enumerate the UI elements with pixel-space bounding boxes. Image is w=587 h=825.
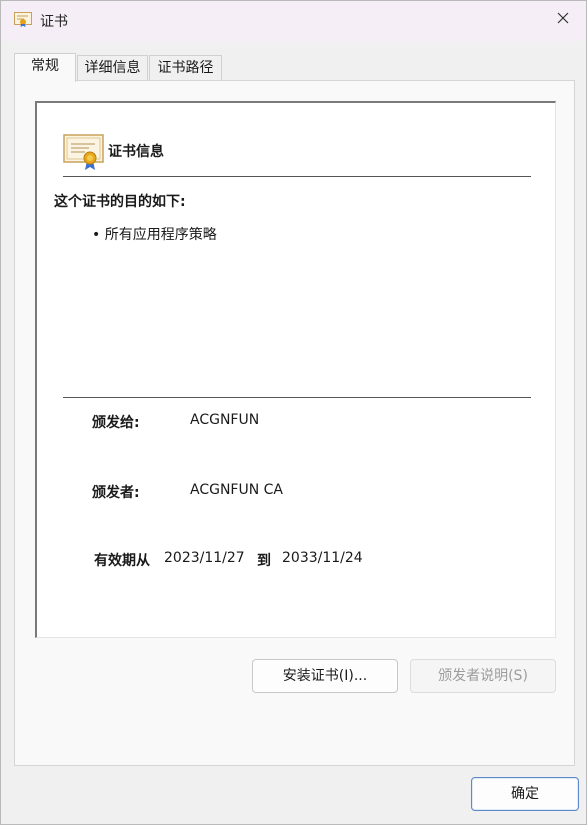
certificate-info-box: 证书信息 这个证书的目的如下: • 所有应用程序策略 颁发给: ACGNFUN … xyxy=(35,101,556,638)
divider xyxy=(63,397,531,398)
issuer-statement-button[interactable]: 颁发者说明(S) xyxy=(410,659,556,693)
purpose-text: 所有应用程序策略 xyxy=(104,227,217,243)
valid-from-date: 2023/11/27 xyxy=(164,550,245,566)
window-title: 证书 xyxy=(40,14,68,30)
valid-to-date: 2033/11/24 xyxy=(282,550,363,566)
issued-by-value: ACGNFUN CA xyxy=(190,482,284,498)
purpose-list-item: • 所有应用程序策略 xyxy=(92,227,217,243)
issued-to-label: 颁发给: xyxy=(92,415,140,431)
tab-details[interactable]: 详细信息 xyxy=(77,55,148,81)
certificate-info-heading: 证书信息 xyxy=(108,144,164,160)
valid-from-label: 有效期从 xyxy=(94,553,150,569)
close-icon xyxy=(557,12,569,28)
certificate-icon xyxy=(14,12,32,27)
title-bar: 证书 xyxy=(1,1,586,41)
issued-to-value: ACGNFUN xyxy=(190,412,260,428)
divider xyxy=(63,176,531,177)
valid-to-label: 到 xyxy=(257,553,271,569)
certificate-dialog: 证书 常规 详细信息 证书路径 证书信息 这个证书的目的如下: • 所有应用程序… xyxy=(0,0,587,825)
tab-general[interactable]: 常规 xyxy=(14,53,76,82)
purpose-heading: 这个证书的目的如下: xyxy=(54,194,186,210)
certificate-icon xyxy=(63,133,105,171)
issued-by-label: 颁发者: xyxy=(92,485,140,501)
tab-certification-path[interactable]: 证书路径 xyxy=(149,55,222,81)
ok-button[interactable]: 确定 xyxy=(471,777,579,811)
install-certificate-button[interactable]: 安装证书(I)... xyxy=(252,659,398,693)
close-button[interactable] xyxy=(540,1,586,39)
general-tab-panel: 证书信息 这个证书的目的如下: • 所有应用程序策略 颁发给: ACGNFUN … xyxy=(14,80,575,766)
